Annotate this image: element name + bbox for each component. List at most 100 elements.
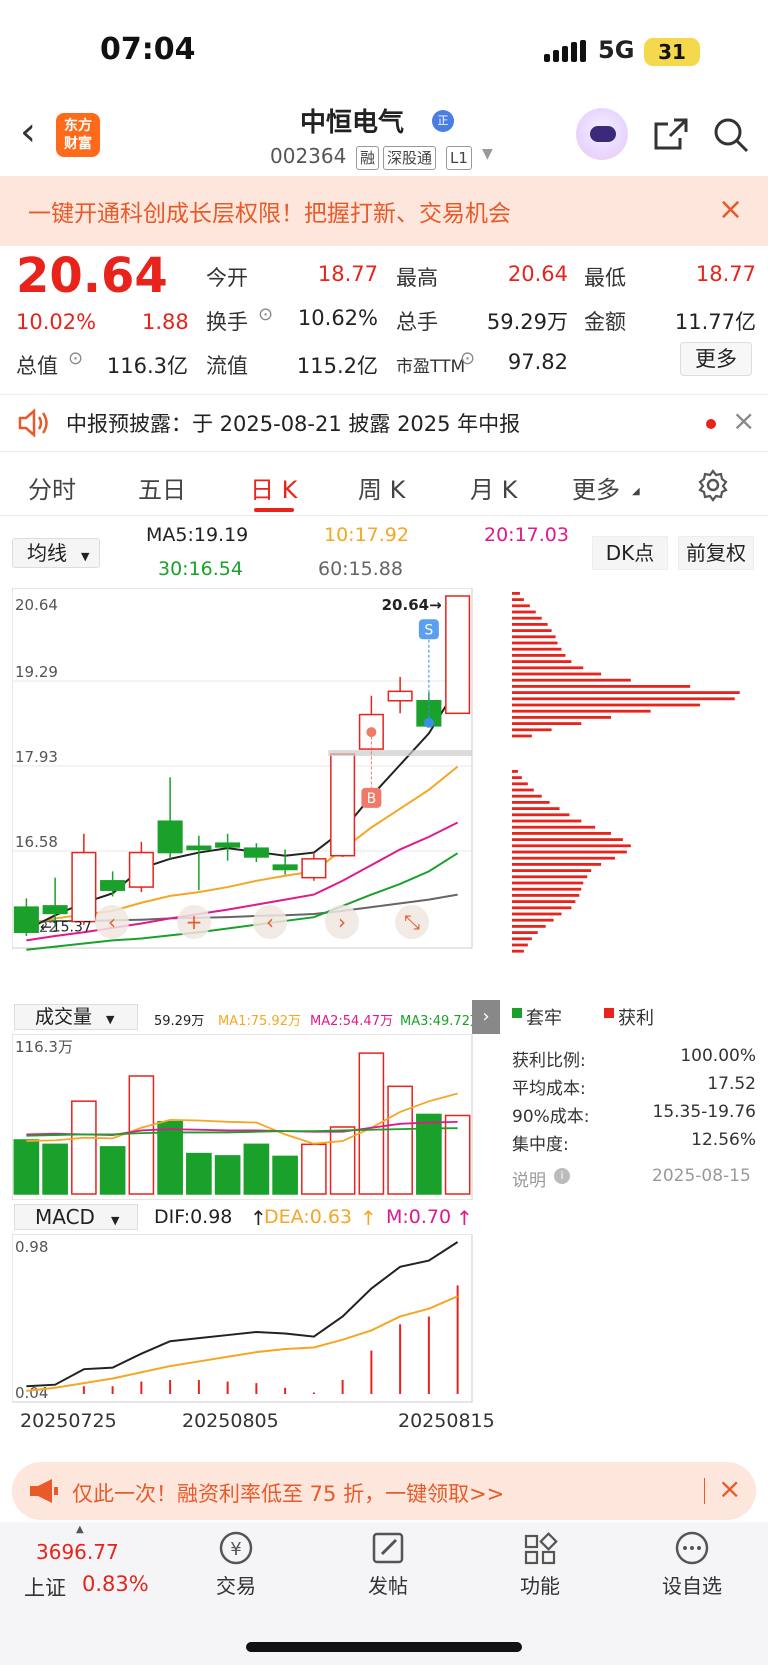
candle-body bbox=[387, 690, 413, 702]
y-tick-label: 20.64 bbox=[15, 596, 58, 614]
quote-value: 10.62% bbox=[297, 306, 378, 330]
quote-label: 流值 bbox=[206, 354, 248, 378]
chip-bar-lower bbox=[512, 894, 580, 897]
more-button[interactable]: 更多 bbox=[680, 342, 752, 376]
chip-bar-lower bbox=[512, 937, 532, 941]
next-button-icon: › bbox=[338, 910, 346, 934]
back-button[interactable]: ‹ bbox=[20, 112, 54, 156]
share-icon[interactable] bbox=[652, 116, 690, 154]
volume-bar bbox=[42, 1143, 68, 1195]
quote-value: 20.64 bbox=[507, 262, 568, 286]
trade-icon[interactable]: ¥ bbox=[186, 1528, 286, 1568]
low-price-label: ←15.37 bbox=[40, 920, 92, 936]
promo-text[interactable]: 仅此一次！融资利率低至 75 折，一键领取>> bbox=[72, 1478, 504, 1508]
banner-text[interactable]: 一键开通科创成长层权限！把握打新、交易机会 bbox=[28, 194, 511, 228]
chip-bar-lower bbox=[512, 943, 528, 947]
gear-icon[interactable] bbox=[696, 468, 730, 502]
battery-icon: 31 bbox=[644, 38, 700, 66]
candle-body bbox=[157, 820, 183, 854]
note-label[interactable]: 说明 bbox=[512, 1166, 546, 1191]
ma30-label: 30:16.54 bbox=[158, 558, 243, 580]
volume-bar bbox=[128, 1075, 155, 1195]
svg-text:¥: ¥ bbox=[230, 1539, 241, 1560]
volume-bar bbox=[13, 1139, 40, 1195]
chip-bar-lower bbox=[512, 788, 534, 792]
volume-bar bbox=[214, 1155, 241, 1195]
sell-marker-dot bbox=[423, 717, 434, 728]
ma10-label: 10:17.92 bbox=[324, 524, 409, 546]
close-icon[interactable]: × bbox=[718, 192, 743, 227]
vol-ma1-label: MA1:75.92万 bbox=[218, 1014, 301, 1029]
signal-icon bbox=[544, 40, 586, 62]
ma-select[interactable]: 均线 ▼ bbox=[12, 538, 100, 568]
features-icon[interactable] bbox=[490, 1528, 590, 1568]
volume-select[interactable]: 成交量 ▼ bbox=[14, 1004, 138, 1030]
macd-chart[interactable]: 0.980.04 bbox=[12, 1234, 502, 1404]
dk-point-button[interactable]: DK点 bbox=[592, 536, 668, 570]
chip-bar-lower bbox=[512, 844, 631, 848]
info-icon[interactable]: ⊙ bbox=[460, 348, 475, 369]
nav-watchlist[interactable]: 设自选 bbox=[642, 1570, 742, 1599]
chip-bar-upper bbox=[512, 610, 536, 614]
nav-post[interactable]: 发帖 bbox=[338, 1570, 438, 1599]
index-name[interactable]: 上证 bbox=[24, 1572, 66, 1602]
tab-more[interactable]: 更多 bbox=[572, 470, 620, 505]
chip-bar-lower bbox=[512, 887, 582, 891]
quote-value: 11.77亿 bbox=[674, 310, 756, 334]
stock-name[interactable]: 中恒电气 bbox=[300, 102, 404, 139]
close-icon[interactable]: × bbox=[718, 1472, 741, 1505]
nav-trade[interactable]: 交易 bbox=[186, 1570, 286, 1599]
info-icon[interactable]: ⊙ bbox=[258, 304, 273, 325]
candle-body bbox=[100, 880, 126, 891]
search-icon[interactable] bbox=[712, 116, 750, 154]
arrow-up-icon: ↑ bbox=[456, 1206, 473, 1230]
chip-bar-lower bbox=[512, 770, 518, 773]
quote-label: 最低 bbox=[584, 266, 626, 290]
stat-label: 90%成本: bbox=[512, 1107, 590, 1127]
legend-profit: 获利 bbox=[618, 1008, 654, 1029]
tab-wuri[interactable]: 五日 bbox=[138, 470, 186, 505]
info-icon[interactable]: ⊙ bbox=[68, 348, 83, 369]
stat-label: 获利比例: bbox=[512, 1051, 586, 1071]
tab-fenshi[interactable]: 分时 bbox=[28, 470, 76, 505]
chevron-down-icon[interactable]: ▼ bbox=[482, 146, 493, 162]
index-pct[interactable]: 0.83% bbox=[82, 1572, 149, 1596]
fuquan-button[interactable]: 前复权 bbox=[678, 536, 754, 570]
macd-select-label: MACD bbox=[35, 1205, 95, 1229]
tab-daily-k[interactable]: 日 K bbox=[250, 470, 297, 505]
volume-bar bbox=[71, 1100, 97, 1195]
tab-indicator bbox=[254, 508, 294, 512]
y-tick-label: 0.98 bbox=[15, 1238, 48, 1256]
macd-select[interactable]: MACD ▼ bbox=[14, 1204, 138, 1230]
watchlist-icon[interactable] bbox=[642, 1528, 742, 1568]
post-icon[interactable] bbox=[338, 1528, 438, 1568]
volume-chart[interactable]: 116.3万 bbox=[12, 1034, 502, 1200]
change-amount: 1.88 bbox=[142, 310, 189, 334]
legend-trap: 套牢 bbox=[526, 1008, 562, 1029]
chip-bar-lower bbox=[512, 813, 570, 817]
volume-bar bbox=[99, 1146, 126, 1195]
chip-bar-upper bbox=[512, 709, 651, 713]
notice-text[interactable]: 中报预披露：于 2025-08-21 披露 2025 年中报 bbox=[66, 408, 520, 438]
candle-body bbox=[243, 847, 269, 858]
index-value[interactable]: 3696.77 bbox=[36, 1540, 119, 1564]
chip-bar-upper bbox=[512, 647, 562, 651]
buy-marker-dot bbox=[366, 727, 377, 738]
volume-bar bbox=[272, 1155, 298, 1195]
tag-sgt: 深股通 bbox=[383, 146, 437, 170]
stat-label: 集中度: bbox=[512, 1135, 569, 1155]
expand-panel-button[interactable]: › bbox=[472, 1000, 500, 1034]
nav-features[interactable]: 功能 bbox=[490, 1570, 590, 1599]
close-icon[interactable]: × bbox=[732, 404, 755, 437]
chip-bar-upper bbox=[512, 703, 701, 707]
zoom-in-button-icon: + bbox=[186, 910, 203, 934]
quote-label: 金额 bbox=[584, 310, 626, 334]
tab-weekly-k[interactable]: 周 K bbox=[358, 470, 405, 505]
tab-monthly-k[interactable]: 月 K bbox=[470, 470, 517, 505]
volume-select-label: 成交量 bbox=[35, 1006, 93, 1028]
dif-label: DIF:0.98 bbox=[154, 1206, 233, 1228]
candlestick-chart[interactable]: 20.6419.2917.9316.5815.2220.64→←15.37BS‹… bbox=[12, 588, 502, 998]
info-icon[interactable]: i bbox=[554, 1168, 570, 1184]
candle-body bbox=[186, 845, 212, 851]
tag-rong: 融 bbox=[356, 146, 380, 170]
